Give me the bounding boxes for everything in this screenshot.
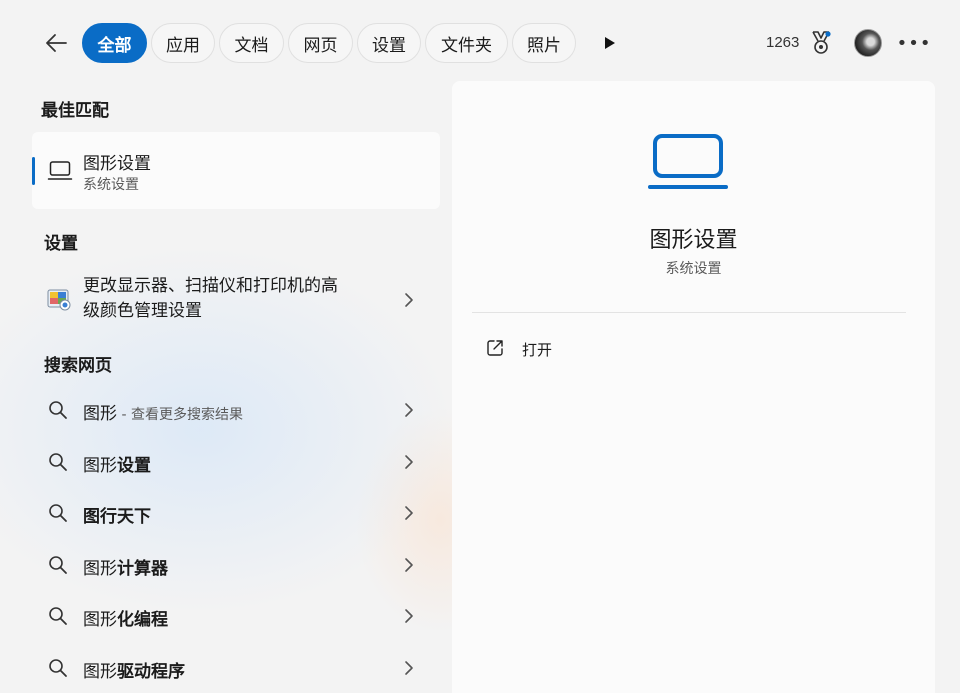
tab-all[interactable]: 全部 xyxy=(82,23,147,63)
preview-subtitle: 系统设置 xyxy=(665,261,722,277)
search-icon xyxy=(49,504,67,522)
filter-bar: 全部 应用 文档 网页 设置 文件夹 照片 1263 ••• xyxy=(0,0,960,84)
best-match-heading: 最佳匹配 xyxy=(41,101,109,121)
search-icon xyxy=(49,659,67,677)
tab-settings[interactable]: 设置 xyxy=(357,23,421,63)
best-match-subtitle: 系统设置 xyxy=(83,177,139,193)
color-management-icon xyxy=(47,289,71,311)
query-prefix: 图形 xyxy=(83,610,117,630)
settings-result-line2: 级颜色管理设置 xyxy=(83,301,202,321)
laptop-icon xyxy=(648,134,728,189)
more-options-icon: ••• xyxy=(896,32,932,54)
search-icon xyxy=(49,453,67,471)
rewards-medal-icon xyxy=(812,31,831,54)
query-suggestion: 图行天下 xyxy=(83,507,151,527)
tab-documents[interactable]: 文档 xyxy=(219,23,284,63)
more-filters-button[interactable] xyxy=(598,30,622,56)
query-suggestion: 化编程 xyxy=(117,610,168,630)
open-external-icon xyxy=(487,340,503,356)
chevron-right-icon xyxy=(405,455,413,469)
rewards-points: 1263 xyxy=(766,34,800,51)
settings-result-text: 更改显示器、扫描仪和打印机的高 级颜色管理设置 xyxy=(83,274,363,324)
preview-divider xyxy=(472,312,906,313)
back-button[interactable] xyxy=(40,28,72,58)
chevron-right-icon xyxy=(405,558,413,572)
play-icon xyxy=(605,37,615,49)
web-search-heading: 搜索网页 xyxy=(44,356,112,376)
more-options-button[interactable]: ••• xyxy=(897,30,931,56)
web-search-result-text: 图形驱动程序 xyxy=(83,657,185,682)
preview-panel: 图形设置 系统设置 打开 xyxy=(452,81,935,693)
rewards-button[interactable] xyxy=(810,30,832,56)
search-icon xyxy=(49,607,67,625)
chevron-right-icon xyxy=(405,293,413,307)
query-prefix: 图形 xyxy=(83,662,117,682)
tab-apps[interactable]: 应用 xyxy=(151,23,215,63)
web-search-result[interactable]: 图行天下 xyxy=(32,490,440,536)
open-label: 打开 xyxy=(522,341,553,359)
query-suggestion: 驱动程序 xyxy=(117,662,185,682)
web-search-result[interactable]: 图形 - 查看更多搜索结果 xyxy=(32,387,440,433)
web-search-result[interactable]: 图形设置 xyxy=(32,439,440,485)
web-search-result-text: 图形 - 查看更多搜索结果 xyxy=(83,399,243,424)
query-suggestion: 设置 xyxy=(117,456,151,476)
back-arrow-icon xyxy=(46,34,67,52)
query-prefix: 图形 xyxy=(83,559,117,579)
best-match-item[interactable]: 图形设置 系统设置 xyxy=(32,132,440,209)
web-search-result-text: 图形化编程 xyxy=(83,605,168,630)
settings-result-line1: 更改显示器、扫描仪和打印机的高 xyxy=(83,276,338,296)
web-search-result-text: 图形设置 xyxy=(83,451,151,476)
query-prefix: 图形 xyxy=(83,456,117,476)
settings-heading: 设置 xyxy=(44,234,78,254)
chevron-right-icon xyxy=(405,609,413,623)
query-hint: - 查看更多搜索结果 xyxy=(117,407,243,423)
query-prefix: 图形 xyxy=(83,404,117,424)
selection-indicator xyxy=(32,157,35,185)
user-avatar[interactable] xyxy=(854,29,882,57)
chevron-right-icon xyxy=(405,506,413,520)
preview-title: 图形设置 xyxy=(649,228,738,253)
search-icon xyxy=(49,556,67,574)
web-search-result-text: 图行天下 xyxy=(83,502,151,527)
chevron-right-icon xyxy=(405,403,413,417)
web-search-result[interactable]: 图形驱动程序 xyxy=(32,645,440,691)
settings-result-color-management[interactable]: 更改显示器、扫描仪和打印机的高 级颜色管理设置 xyxy=(32,268,440,332)
tab-web[interactable]: 网页 xyxy=(288,23,353,63)
web-search-result[interactable]: 图形化编程 xyxy=(32,593,440,639)
laptop-icon xyxy=(47,161,73,180)
tab-folders[interactable]: 文件夹 xyxy=(425,23,508,63)
open-button[interactable]: 打开 xyxy=(482,335,682,363)
web-search-result-text: 图形计算器 xyxy=(83,554,168,579)
web-search-result[interactable]: 图形计算器 xyxy=(32,542,440,588)
search-icon xyxy=(49,401,67,419)
best-match-title: 图形设置 xyxy=(83,154,151,174)
tab-photos[interactable]: 照片 xyxy=(512,23,576,63)
chevron-right-icon xyxy=(405,661,413,675)
query-suggestion: 计算器 xyxy=(117,559,168,579)
